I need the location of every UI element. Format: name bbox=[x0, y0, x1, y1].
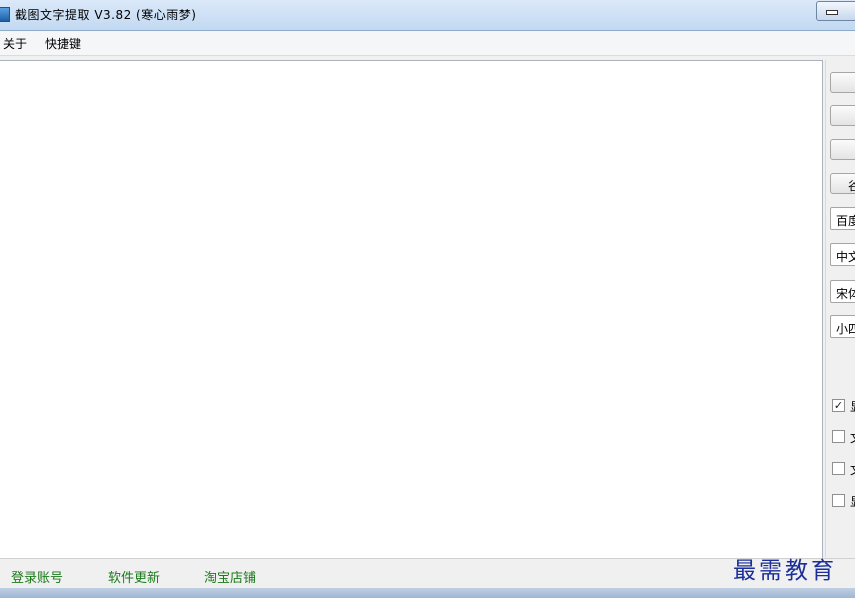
software-update-link[interactable]: 软件更新 bbox=[108, 567, 160, 586]
right-button-3[interactable] bbox=[830, 139, 855, 160]
checkbox-3[interactable] bbox=[832, 462, 845, 475]
checkbox-1-label: 显 bbox=[850, 398, 855, 415]
right-button-4[interactable]: 谷 bbox=[830, 173, 855, 194]
font-size-value: 小四 bbox=[836, 322, 855, 336]
right-button-4-label: 谷 bbox=[848, 179, 855, 193]
checkbox-2-label: 文 bbox=[850, 429, 855, 446]
menu-bar: 关于 快捷键 bbox=[0, 31, 855, 56]
right-button-1[interactable] bbox=[830, 72, 855, 93]
font-value: 宋体 bbox=[836, 287, 855, 301]
text-output-area[interactable] bbox=[0, 60, 823, 559]
checkbox-2[interactable] bbox=[832, 430, 845, 443]
ocr-engine-select[interactable]: 百度 bbox=[830, 207, 855, 230]
checkbox-4[interactable] bbox=[832, 494, 845, 507]
title-bar: 截图文字提取 V3.82 (寒心雨梦) bbox=[0, 0, 855, 31]
menu-item-shortcuts[interactable]: 快捷键 bbox=[45, 35, 81, 52]
login-account-link[interactable]: 登录账号 bbox=[11, 567, 63, 586]
font-select[interactable]: 宋体 bbox=[830, 280, 855, 303]
minimize-button[interactable] bbox=[816, 1, 855, 21]
app-icon bbox=[0, 7, 10, 22]
checkmark-icon: ✓ bbox=[833, 399, 844, 412]
taskbar-strip bbox=[0, 588, 855, 598]
checkbox-3-label: 文 bbox=[850, 461, 855, 478]
checkbox-4-label: 显 bbox=[850, 493, 855, 510]
minimize-icon bbox=[826, 10, 838, 15]
right-button-2[interactable] bbox=[830, 105, 855, 126]
language-select[interactable]: 中文 bbox=[830, 243, 855, 266]
window-title: 截图文字提取 V3.82 (寒心雨梦) bbox=[15, 8, 197, 22]
taobao-store-link[interactable]: 淘宝店铺 bbox=[204, 567, 256, 586]
menu-item-about[interactable]: 关于 bbox=[3, 35, 27, 52]
watermark: 最需教育 bbox=[733, 558, 837, 584]
status-bar: 登录账号 软件更新 淘宝店铺 bbox=[0, 558, 855, 589]
language-value: 中文 bbox=[836, 250, 855, 264]
checkbox-1[interactable]: ✓ bbox=[832, 399, 845, 412]
right-panel bbox=[825, 60, 855, 557]
font-size-select[interactable]: 小四 bbox=[830, 315, 855, 338]
ocr-engine-value: 百度 bbox=[836, 214, 855, 228]
